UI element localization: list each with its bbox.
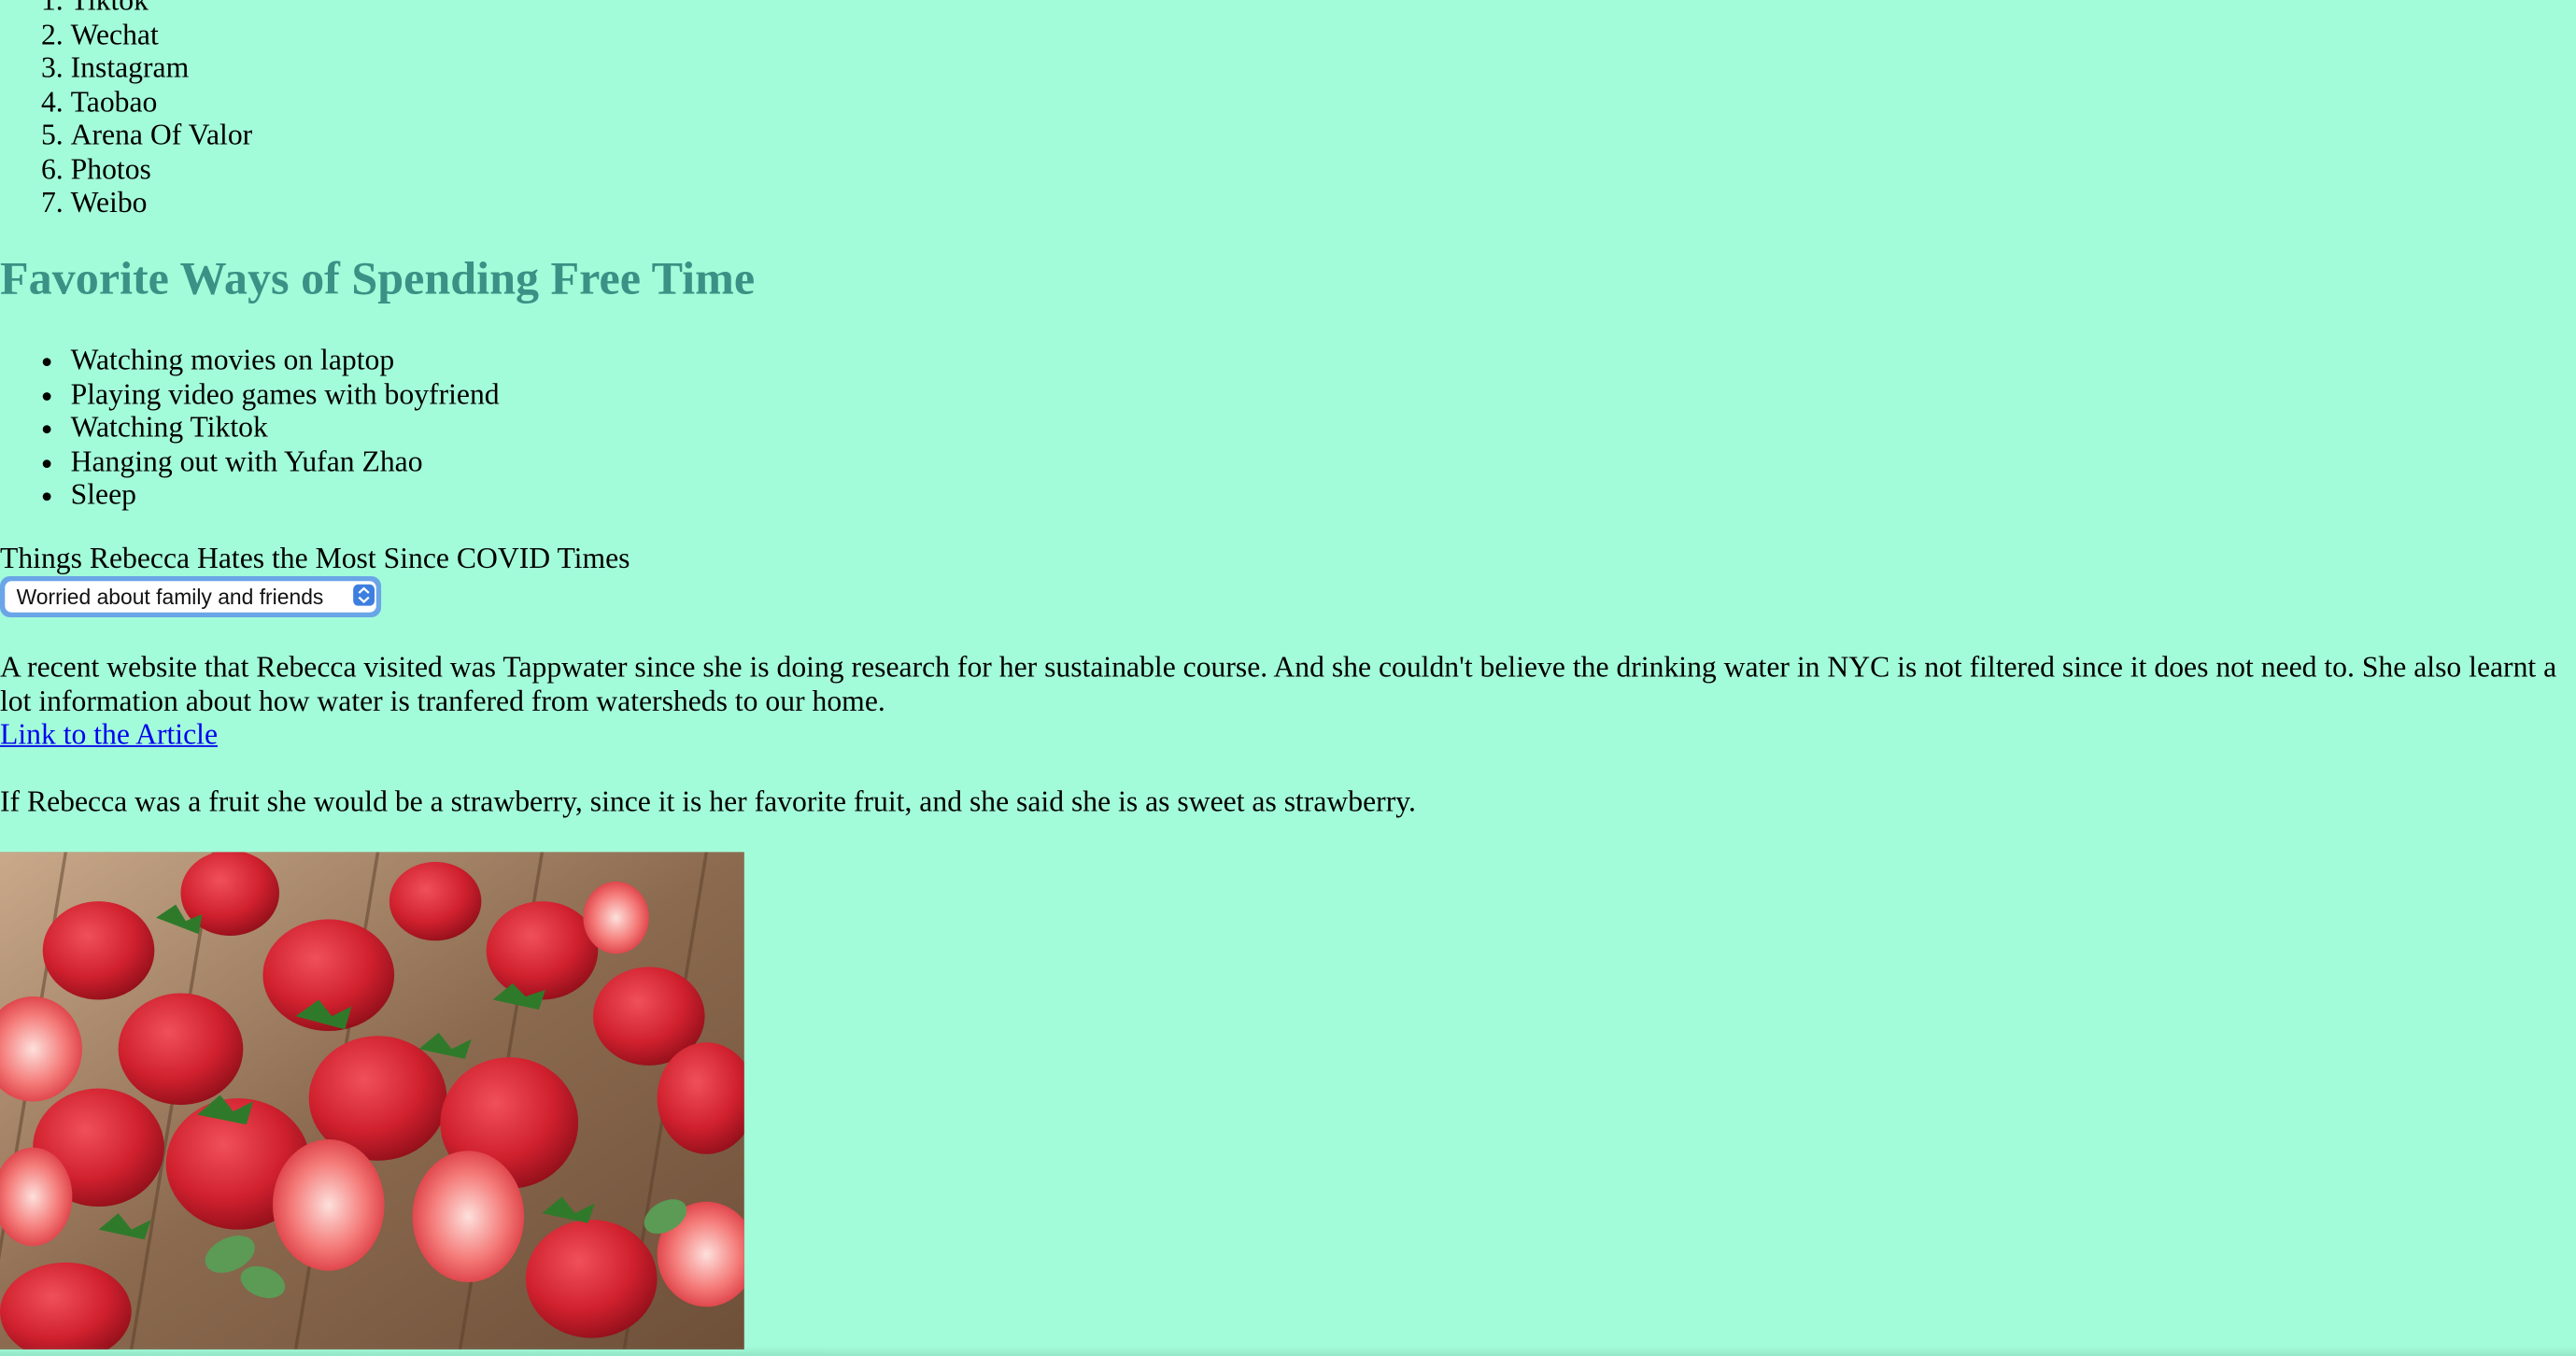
list-item: Hanging out with Yufan Zhao xyxy=(71,445,500,478)
page: Tiktok Wechat Instagram Taobao Arena Of … xyxy=(0,0,2576,1356)
fruit-paragraph: If Rebecca was a fruit she would be a st… xyxy=(0,784,1416,818)
list-item: Taobao xyxy=(71,85,253,119)
hates-select-value: Worried about family and friends xyxy=(5,581,376,613)
article-text: A recent website that Rebecca visited wa… xyxy=(0,650,2557,717)
list-item: Tiktok xyxy=(71,0,253,17)
hates-select[interactable]: Worried about family and friends xyxy=(0,576,382,617)
free-time-list: Watching movies on laptop Playing video … xyxy=(0,343,500,511)
list-item: Arena Of Valor xyxy=(71,119,253,152)
free-time-heading-container: Favorite Ways of Spending Free Time xyxy=(0,253,755,309)
list-item: Watching Tiktok xyxy=(71,410,500,444)
list-item: Weibo xyxy=(71,186,253,219)
select-arrows-icon xyxy=(353,584,375,606)
apps-list-container: Tiktok Wechat Instagram Taobao Arena Of … xyxy=(0,0,253,219)
list-item: Instagram xyxy=(71,50,253,84)
strawberry-image xyxy=(0,852,744,1349)
apps-list: Tiktok Wechat Instagram Taobao Arena Of … xyxy=(0,0,253,219)
list-item: Sleep xyxy=(71,478,500,512)
free-time-list-container: Watching movies on laptop Playing video … xyxy=(0,343,500,511)
hates-label: Things Rebecca Hates the Most Since COVI… xyxy=(0,542,630,575)
bottom-shadow xyxy=(0,1346,2576,1356)
list-item: Photos xyxy=(71,152,253,186)
list-item: Watching movies on laptop xyxy=(71,343,500,376)
list-item: Playing video games with boyfriend xyxy=(71,376,500,410)
free-time-heading: Favorite Ways of Spending Free Time xyxy=(0,254,756,305)
article-paragraph: A recent website that Rebecca visited wa… xyxy=(0,650,2576,751)
list-item: Wechat xyxy=(71,17,253,50)
article-link[interactable]: Link to the Article xyxy=(0,717,218,750)
